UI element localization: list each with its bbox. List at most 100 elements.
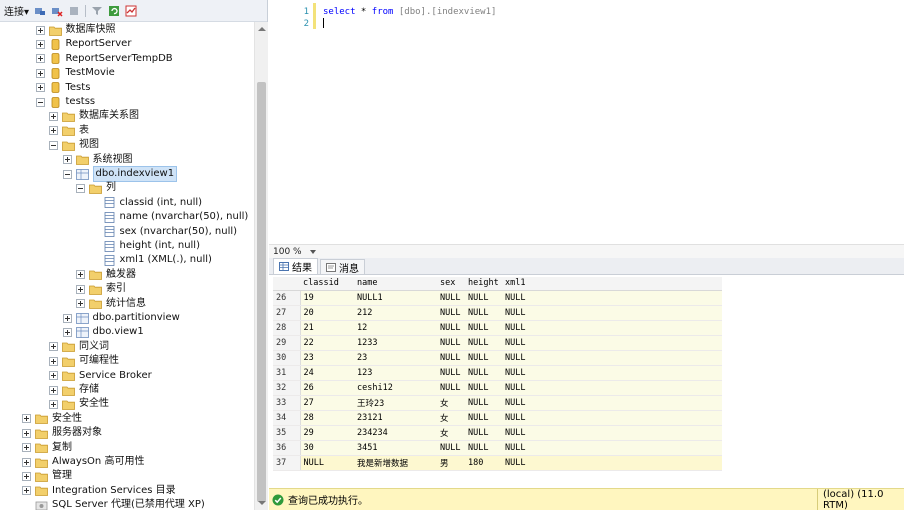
table-row[interactable]: 29 22 1233 NULL NULL NULL xyxy=(273,335,722,351)
tree-node[interactable]: 同义词 xyxy=(49,340,109,354)
expand-icon[interactable] xyxy=(22,443,31,453)
tree-node[interactable]: 安全性 xyxy=(22,412,82,426)
expand-icon[interactable] xyxy=(35,83,45,93)
table-cell[interactable]: 123 xyxy=(354,365,437,381)
tree-node[interactable]: Tests xyxy=(35,81,90,95)
table-cell[interactable]: 女 xyxy=(437,425,465,441)
table-row[interactable]: 32 26 ceshi12 NULL NULL NULL xyxy=(273,380,722,396)
tree-node[interactable]: classid (int, null) xyxy=(90,196,202,210)
tree-node[interactable]: SQL Server 代理(已禁用代理 XP) xyxy=(22,498,205,510)
tree-node[interactable]: 管理 xyxy=(22,469,72,483)
table-row[interactable]: 27 20 212 NULL NULL NULL xyxy=(273,305,722,321)
table-cell[interactable]: 180 xyxy=(465,455,502,471)
expand-icon[interactable] xyxy=(22,457,31,467)
table-cell[interactable]: 男 xyxy=(437,455,465,471)
table-cell[interactable]: NULL xyxy=(437,290,465,306)
table-cell[interactable]: NULL xyxy=(437,320,465,336)
table-cell[interactable]: 我是新增数据 xyxy=(354,455,437,471)
code-line-1[interactable]: select * from [dbo].[indexview1] xyxy=(323,7,496,17)
tree-node[interactable]: 系统视图 xyxy=(62,153,133,167)
tree-node[interactable]: height (int, null) xyxy=(90,239,200,253)
table-cell[interactable]: 23 xyxy=(354,350,437,366)
tree-node[interactable]: 视图 xyxy=(49,138,99,152)
expand-icon[interactable] xyxy=(49,371,58,381)
expand-icon[interactable] xyxy=(35,54,45,64)
table-cell[interactable]: NULL xyxy=(437,365,465,381)
collapse-icon[interactable] xyxy=(62,169,72,179)
table-cell[interactable]: NULL xyxy=(502,350,722,366)
row-number[interactable]: 31 xyxy=(273,365,301,381)
tree-node[interactable]: Integration Services 目录 xyxy=(22,484,176,498)
expand-icon[interactable] xyxy=(76,299,85,309)
tab-results[interactable]: 结果 xyxy=(273,258,318,274)
table-cell[interactable]: NULL xyxy=(502,395,722,411)
table-row[interactable]: 35 29 234234 女 NULL NULL xyxy=(273,425,722,441)
activity-monitor-icon[interactable] xyxy=(125,5,137,17)
results-grid[interactable]: classid name sex height xml1 26 19 NULL1 NU… xyxy=(269,275,904,487)
table-cell[interactable]: 29 xyxy=(300,425,354,441)
column-header[interactable]: classid xyxy=(300,277,354,291)
tree-node[interactable]: 触发器 xyxy=(76,268,136,282)
tree-node[interactable]: 统计信息 xyxy=(76,297,146,311)
table-cell[interactable]: NULL xyxy=(465,350,502,366)
expand-icon[interactable] xyxy=(49,126,58,136)
table-cell[interactable]: NULL xyxy=(437,380,465,396)
scroll-thumb[interactable] xyxy=(257,82,266,502)
column-header[interactable]: xml1 xyxy=(502,277,722,291)
table-cell[interactable]: NULL xyxy=(502,320,722,336)
expand-icon[interactable] xyxy=(76,270,85,280)
table-row[interactable]: 37 NULL 我是新增数据男 180 NULL xyxy=(273,455,722,471)
table-cell[interactable]: 30 xyxy=(300,440,354,456)
tree-node[interactable]: xml1 (XML(.), null) xyxy=(90,253,212,267)
collapse-icon[interactable] xyxy=(76,183,85,193)
table-cell[interactable]: 24 xyxy=(300,365,354,381)
table-cell[interactable]: NULL xyxy=(465,395,502,411)
expand-icon[interactable] xyxy=(35,39,45,49)
table-cell[interactable]: NULL xyxy=(465,335,502,351)
tree-node[interactable]: sex (nvarchar(50), null) xyxy=(90,225,237,239)
row-number[interactable]: 27 xyxy=(273,305,301,321)
table-row[interactable]: 31 24 123 NULL NULL NULL xyxy=(273,365,722,381)
table-row[interactable]: 30 23 23 NULL NULL NULL xyxy=(273,350,722,366)
table-cell[interactable]: NULL xyxy=(437,440,465,456)
table-cell[interactable]: NULL xyxy=(502,455,722,471)
tree-node[interactable]: dbo.partitionview xyxy=(62,311,180,325)
tree-node[interactable]: ReportServer xyxy=(35,37,131,51)
table-cell[interactable]: NULL xyxy=(465,440,502,456)
row-number[interactable]: 34 xyxy=(273,410,301,426)
table-cell[interactable]: 19 xyxy=(300,290,354,306)
expand-icon[interactable] xyxy=(22,428,31,438)
table-cell[interactable]: 28 xyxy=(300,410,354,426)
table-cell[interactable]: 212 xyxy=(354,305,437,321)
table-row[interactable]: 36 30 3451 NULL NULL NULL xyxy=(273,440,722,456)
column-header[interactable]: sex xyxy=(437,277,465,291)
table-cell[interactable]: 12 xyxy=(354,320,437,336)
tree-node[interactable]: TestMovie xyxy=(35,66,115,80)
connect-button[interactable]: 连接▾ xyxy=(4,3,29,18)
table-cell[interactable]: NULL xyxy=(465,305,502,321)
table-cell[interactable]: NULL1 xyxy=(354,290,437,306)
row-number[interactable]: 28 xyxy=(273,320,301,336)
tree-node[interactable]: 数据库关系图 xyxy=(49,109,139,123)
expand-icon[interactable] xyxy=(49,111,58,121)
tree-node[interactable]: dbo.view1 xyxy=(62,325,144,339)
row-number[interactable]: 32 xyxy=(273,380,301,396)
table-cell[interactable]: NULL xyxy=(465,365,502,381)
expand-icon[interactable] xyxy=(35,68,45,78)
tree-node[interactable]: 可编程性 xyxy=(49,354,119,368)
zoom-level[interactable]: 100 % xyxy=(273,247,302,257)
table-cell[interactable]: NULL xyxy=(465,410,502,426)
expand-icon[interactable] xyxy=(62,313,72,323)
expand-icon[interactable] xyxy=(62,155,72,165)
table-cell[interactable]: NULL xyxy=(502,335,722,351)
tree-node[interactable]: 表 xyxy=(49,124,89,138)
table-cell[interactable]: NULL xyxy=(502,410,722,426)
table-cell[interactable]: NULL xyxy=(502,305,722,321)
table-row[interactable]: 33 27 王玲23 女 NULL NULL xyxy=(273,395,722,411)
table-cell[interactable]: 22 xyxy=(300,335,354,351)
table-cell[interactable]: NULL xyxy=(502,440,722,456)
table-cell[interactable]: 20 xyxy=(300,305,354,321)
expand-icon[interactable] xyxy=(49,356,58,366)
expand-icon[interactable] xyxy=(62,327,72,337)
table-cell[interactable]: 23121 xyxy=(354,410,437,426)
